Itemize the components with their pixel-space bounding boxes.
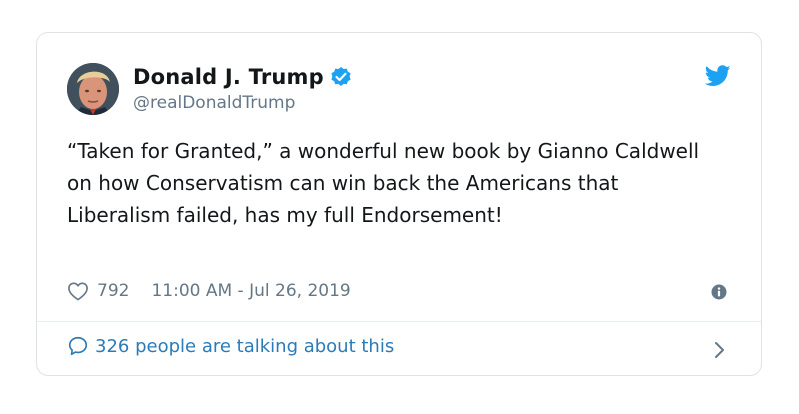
twitter-bird-icon[interactable] (704, 65, 731, 87)
avatar-image (67, 63, 119, 115)
heart-icon[interactable] (67, 281, 89, 301)
card-divider (37, 321, 761, 322)
conversation-link[interactable]: 326 people are talking about this (67, 335, 394, 357)
info-icon[interactable] (711, 284, 727, 300)
chevron-right-icon[interactable] (713, 339, 727, 361)
author-name[interactable]: Donald J. Trump (133, 65, 324, 89)
verified-badge-icon (330, 66, 352, 88)
tweet-meta: 792 11:00 AM - Jul 26, 2019 (67, 281, 351, 301)
tweet-timestamp[interactable]: 11:00 AM - Jul 26, 2019 (151, 281, 350, 301)
avatar[interactable] (67, 63, 119, 115)
tweet-card[interactable]: Donald J. Trump @realDonaldTrump “Taken … (36, 32, 762, 376)
speech-bubble-icon (67, 335, 89, 357)
conversation-text[interactable]: 326 people are talking about this (95, 336, 394, 357)
author-row[interactable]: Donald J. Trump (133, 65, 352, 89)
author-handle[interactable]: @realDonaldTrump (133, 93, 295, 113)
tweet-text: “Taken for Granted,” a wonderful new boo… (67, 139, 700, 227)
like-count[interactable]: 792 (97, 281, 129, 301)
